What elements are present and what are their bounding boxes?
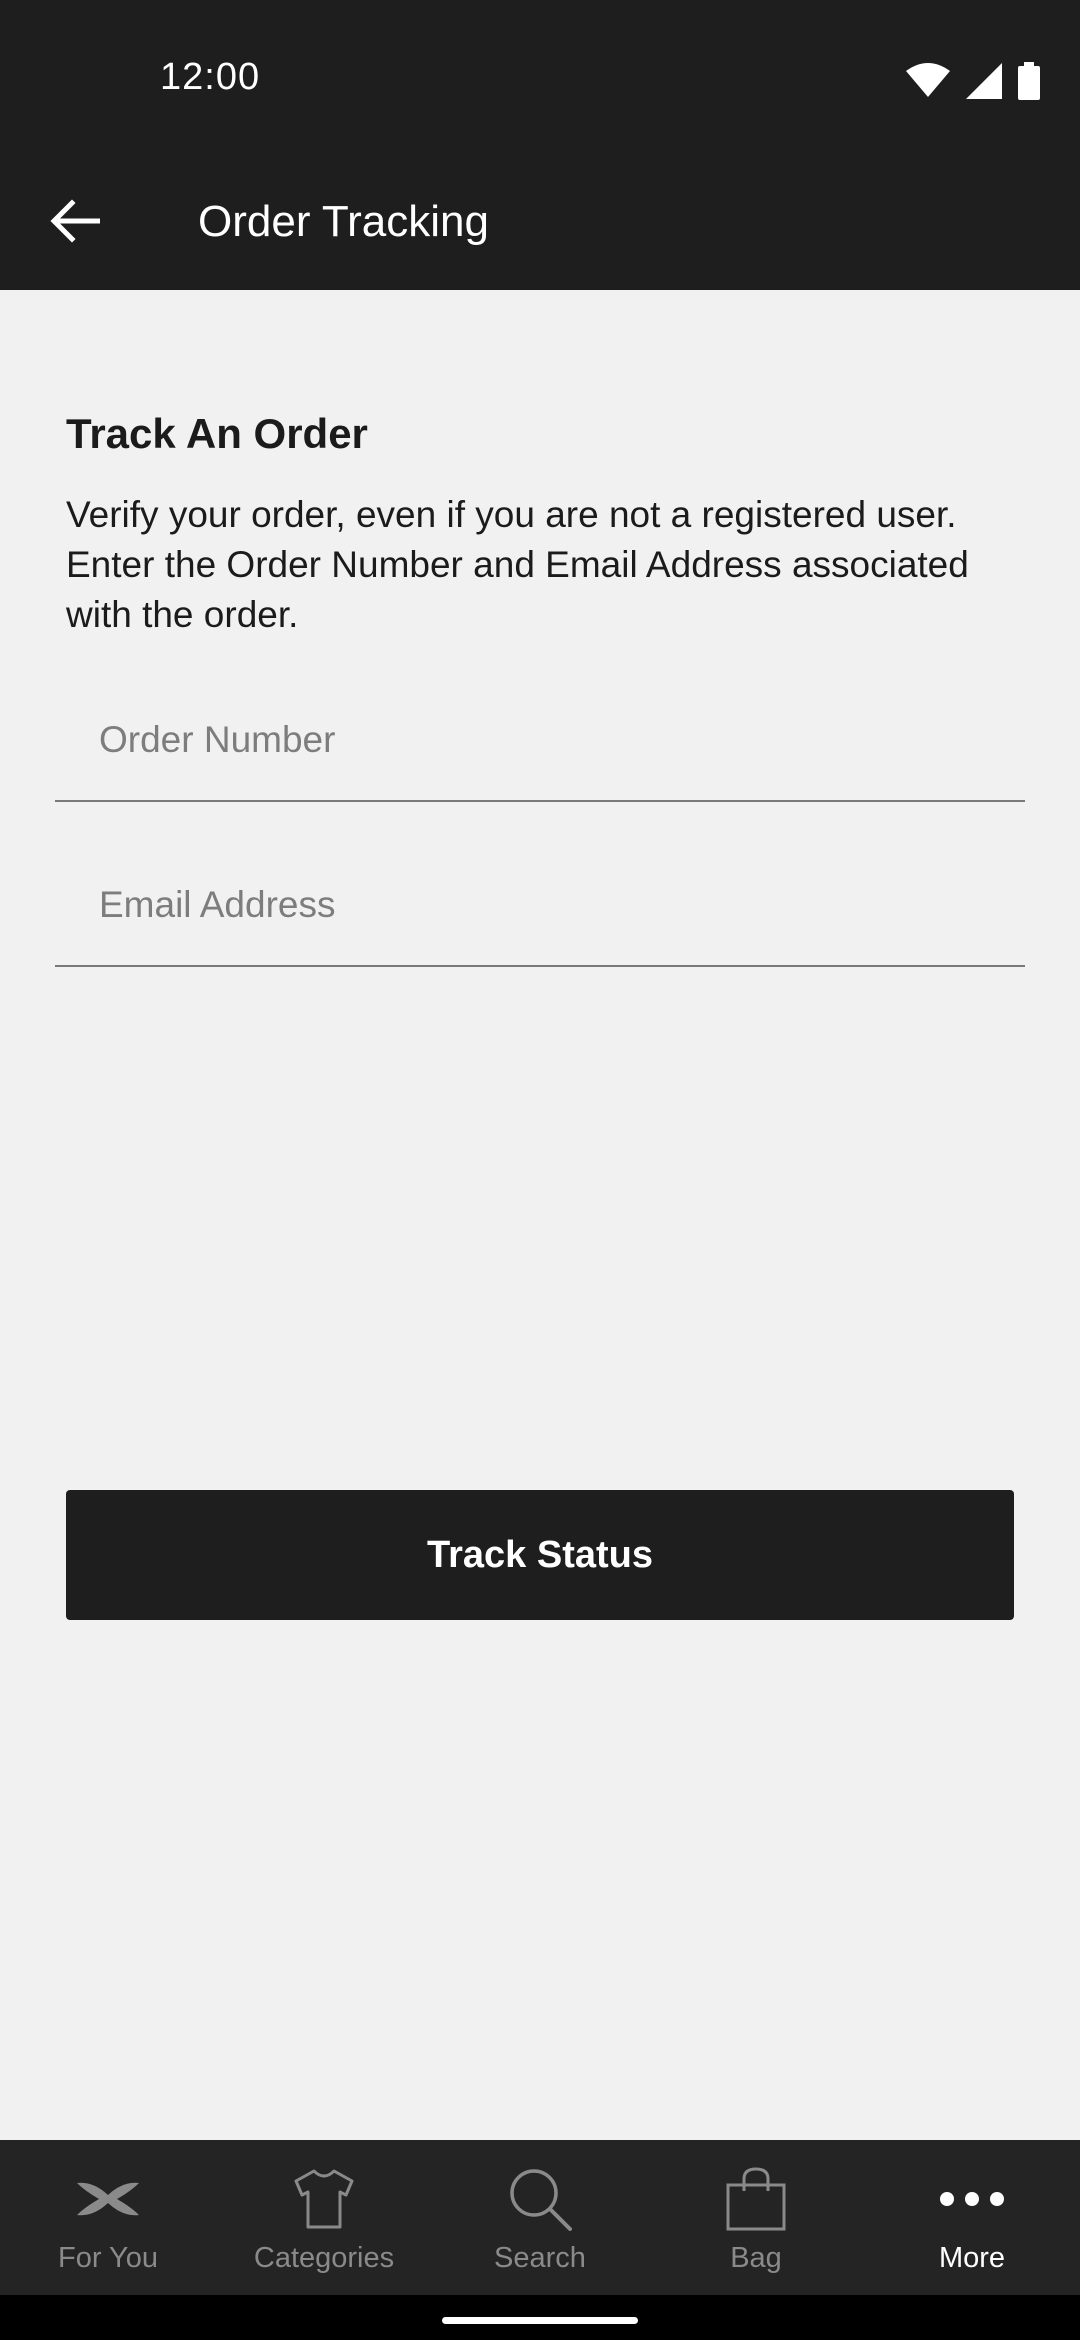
nav-item-more[interactable]: More [864,2140,1080,2295]
app-bar: Order Tracking [0,160,1080,290]
nav-item-bag[interactable]: Bag [648,2140,864,2295]
nav-item-categories[interactable]: Categories [216,2140,432,2295]
more-dots-icon [937,2162,1007,2236]
status-bar: 12:00 [0,0,1080,160]
nav-label-more: More [938,2242,1006,2274]
wifi-icon [906,63,950,104]
search-icon [506,2162,574,2236]
email-address-field [55,857,1025,967]
nav-label-categories: Categories [253,2242,395,2274]
bottom-nav: For You Categories Search Bag More [0,2140,1080,2295]
battery-icon [1018,62,1040,105]
nav-item-for-you[interactable]: For You [0,2140,216,2295]
bag-icon [724,2162,788,2236]
back-button[interactable] [40,188,110,258]
shirt-icon [292,2162,356,2236]
order-number-input[interactable] [99,710,979,770]
order-number-field [55,692,1025,802]
track-order-form: Track An Order Verify your order, even i… [0,290,1080,2140]
nav-label-bag: Bag [730,2242,782,2274]
section-description: Verify your order, even if you are not a… [66,494,969,635]
nav-item-search[interactable]: Search [432,2140,648,2295]
signal-icon [966,63,1002,104]
track-status-button[interactable]: Track Status [66,1490,1014,1620]
email-address-input[interactable] [99,875,979,935]
page-title: Order Tracking [198,197,489,246]
gesture-bar [0,2295,1080,2340]
status-time: 12:00 [160,56,261,98]
nav-label-for-you: For You [58,2242,158,2274]
nav-label-search: Search [494,2242,586,2274]
ua-logo-icon [73,2162,143,2236]
arrow-left-icon [50,198,101,248]
section-heading: Track An Order [66,410,368,457]
gesture-handle[interactable] [442,2317,638,2324]
status-icons [906,62,1040,105]
